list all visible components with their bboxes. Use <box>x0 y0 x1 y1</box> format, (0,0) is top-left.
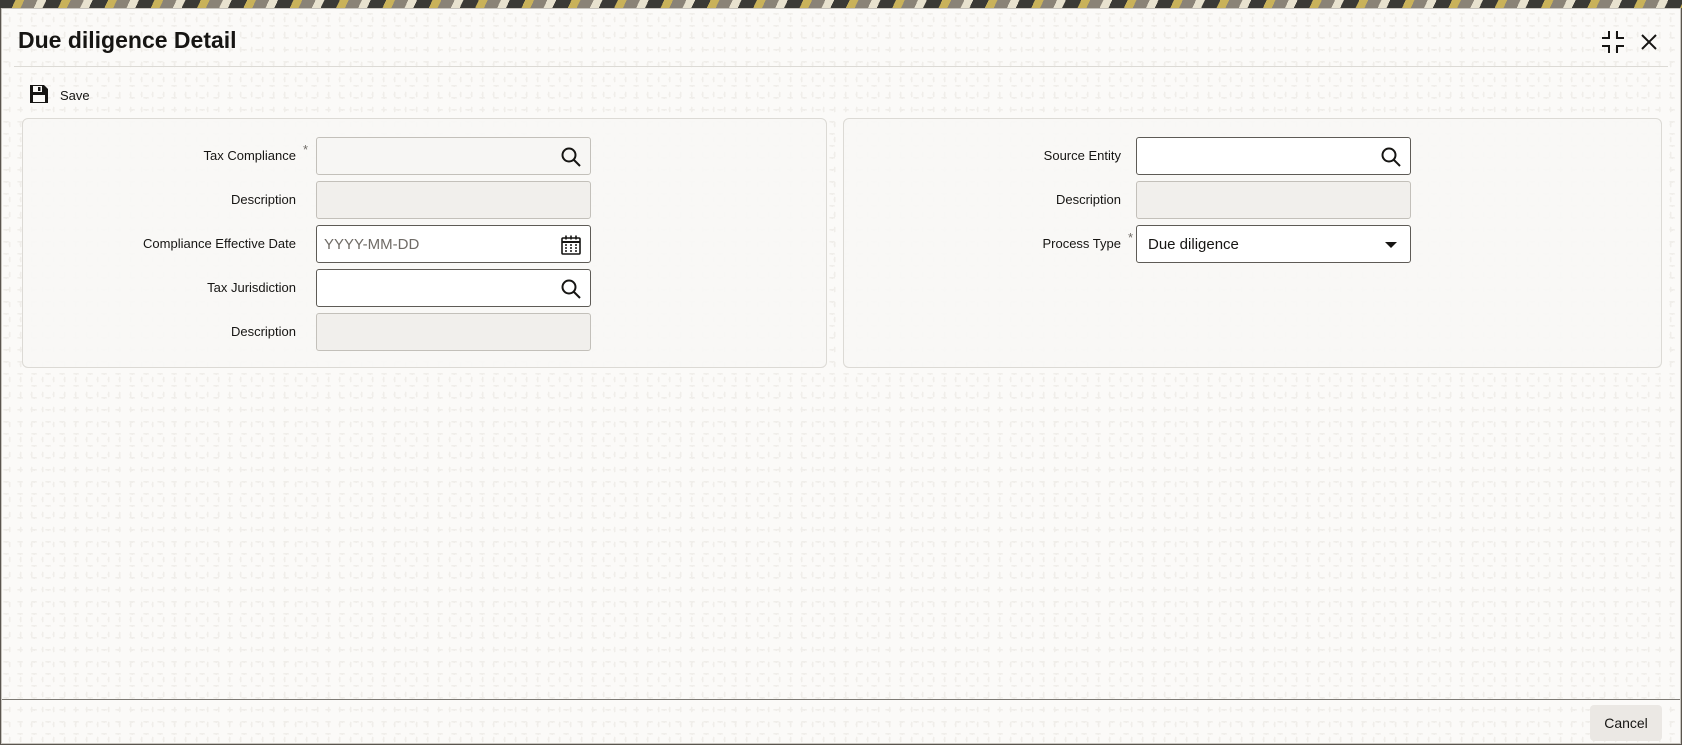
right-form-panel: Source Entity Description Process Type* <box>843 118 1662 368</box>
source-entity-field[interactable] <box>1136 137 1411 175</box>
date-placeholder: YYYY-MM-DD <box>324 236 420 253</box>
source-entity-row: Source Entity <box>844 137 1661 175</box>
description-label: Description <box>230 324 296 339</box>
tax-jurisdiction-row: Tax Jurisdiction <box>23 269 826 307</box>
dialog-window: Due diligence Detail Save Tax Compliance… <box>1 8 1681 744</box>
footer-divider <box>2 699 1680 700</box>
shrink-icon[interactable] <box>1600 29 1626 55</box>
description-row: Description <box>23 313 826 351</box>
description-label: Description <box>1055 192 1121 207</box>
required-marker: * <box>1127 230 1133 245</box>
search-icon[interactable] <box>560 146 582 168</box>
tax-jurisdiction-field[interactable] <box>316 269 591 307</box>
compliance-effective-date-row: Compliance Effective Date YYYY-MM-DD <box>23 225 826 263</box>
save-button[interactable]: Save <box>28 80 90 110</box>
process-type-select[interactable]: Due diligence <box>1136 225 1411 263</box>
background-banner-strip <box>0 0 1682 8</box>
description-row: Description <box>23 181 826 219</box>
process-type-row: Process Type * Due diligence <box>844 225 1661 263</box>
description-row: Description <box>844 181 1661 219</box>
tax-compliance-field[interactable] <box>316 137 591 175</box>
compliance-effective-date-field[interactable]: YYYY-MM-DD <box>316 225 591 263</box>
save-label: Save <box>60 87 90 103</box>
tax-compliance-label: Tax Compliance * <box>204 137 309 175</box>
tax-jurisdiction-label: Tax Jurisdiction <box>207 280 296 295</box>
description-field <box>1136 181 1411 219</box>
search-icon[interactable] <box>560 278 582 300</box>
cancel-button[interactable]: Cancel <box>1590 705 1662 741</box>
description-field <box>316 313 591 351</box>
floppy-disk-icon <box>28 83 50 108</box>
dialog-title: Due diligence Detail <box>18 27 237 53</box>
required-marker: * <box>302 142 308 157</box>
process-type-selected: Due diligence <box>1148 236 1239 253</box>
tax-compliance-row: Tax Compliance * <box>23 137 826 175</box>
search-icon[interactable] <box>1380 146 1402 168</box>
compliance-effective-date-label: Compliance Effective Date <box>143 236 296 251</box>
source-entity-label: Source Entity <box>1043 148 1121 163</box>
close-icon[interactable] <box>1636 29 1662 55</box>
left-form-panel: Tax Compliance * Description Compliance E… <box>22 118 827 368</box>
calendar-icon[interactable] <box>560 234 582 256</box>
caret-down-icon[interactable] <box>1380 234 1402 256</box>
process-type-label: Process Type * <box>1042 225 1133 263</box>
description-field <box>316 181 591 219</box>
title-divider <box>14 66 1668 67</box>
description-label: Description <box>230 192 296 207</box>
